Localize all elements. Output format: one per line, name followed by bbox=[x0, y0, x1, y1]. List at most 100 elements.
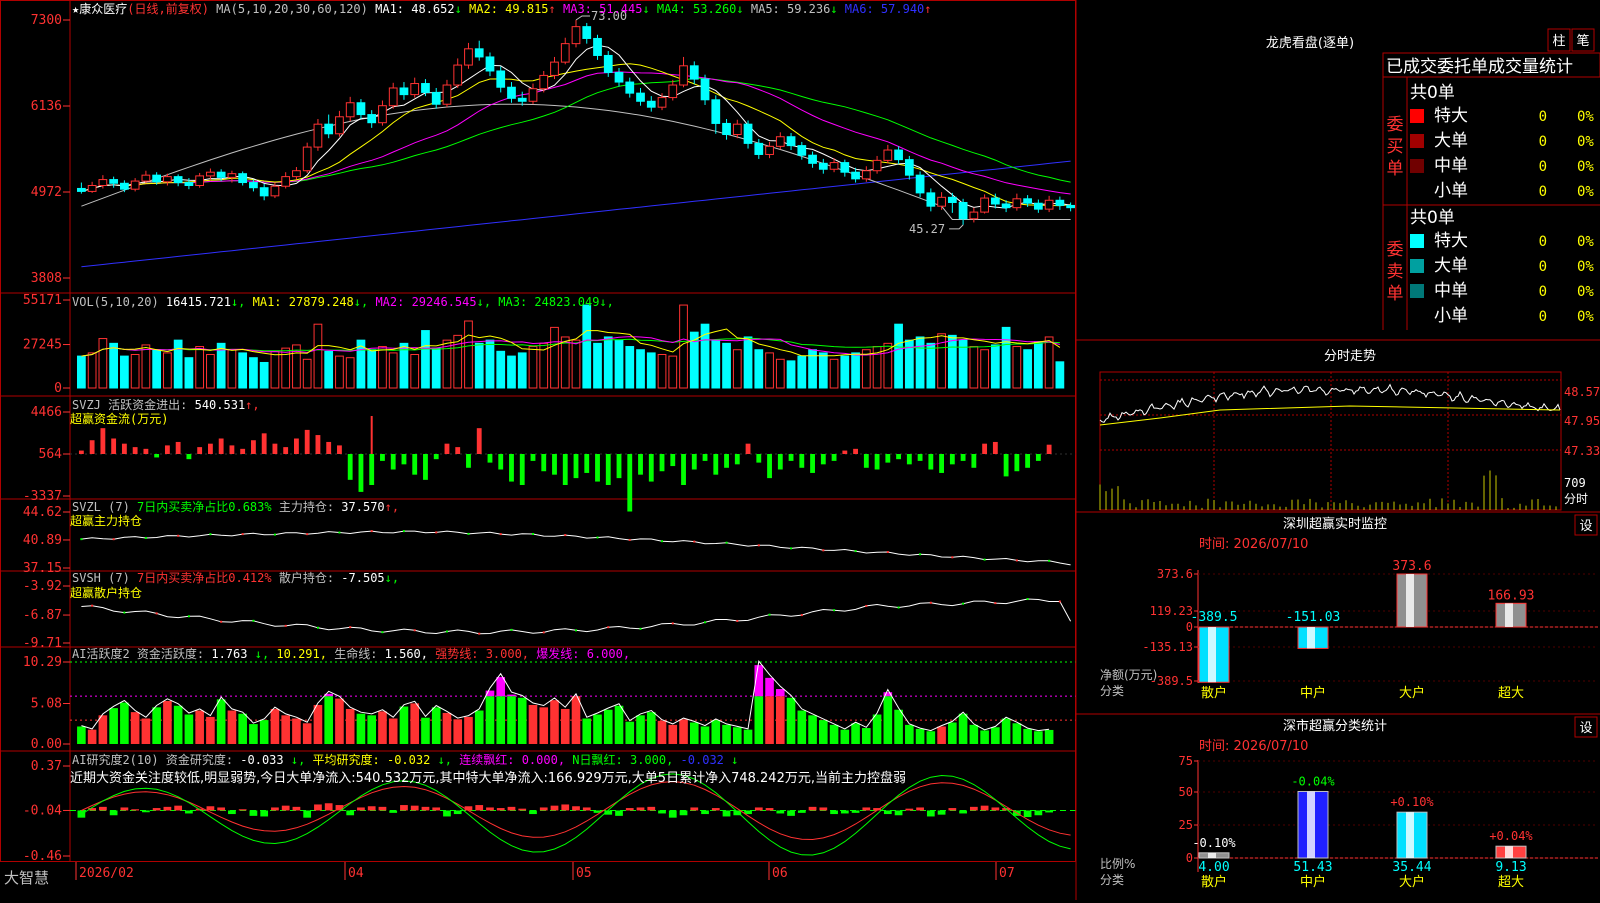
svsh-tick bbox=[833, 609, 835, 611]
volume-bar bbox=[389, 353, 397, 388]
szmon-time: 时间: 2026/07/10 bbox=[1199, 537, 1308, 552]
ma-readout: MA5: 59.236 bbox=[744, 2, 831, 16]
yaxis-label: 4972 bbox=[31, 185, 62, 200]
vol-ma-readout: MA2: 29246.545 bbox=[368, 295, 476, 309]
volume-bar bbox=[895, 324, 903, 388]
ai1-bar bbox=[722, 725, 731, 744]
ai2-bar bbox=[443, 810, 451, 816]
volume-bar bbox=[594, 343, 602, 388]
candle bbox=[830, 163, 838, 170]
volume-bar bbox=[830, 359, 838, 388]
szmon-bar bbox=[1496, 603, 1526, 627]
xaxis-date: 06 bbox=[772, 866, 788, 881]
ma-arrow: ↑ bbox=[924, 2, 931, 16]
vol-ma-arrow: ↓, bbox=[354, 295, 368, 309]
lhb-buy-swatch bbox=[1410, 134, 1424, 148]
ai2-bar bbox=[207, 806, 215, 810]
ai1-bar bbox=[152, 707, 161, 744]
szstat-bar-shine bbox=[1406, 812, 1414, 858]
szstat-change-label: +0.10% bbox=[1390, 795, 1434, 809]
szstat-ylabel: 25 bbox=[1179, 818, 1193, 832]
ai1-bar bbox=[572, 696, 581, 744]
lhb-sell-row-name: 小单 bbox=[1434, 306, 1468, 326]
ai2-bar bbox=[422, 807, 430, 811]
candle bbox=[465, 49, 473, 65]
svsh-tick bbox=[510, 629, 512, 631]
lhb-buy-row-name: 小单 bbox=[1434, 181, 1468, 201]
svsh-tick bbox=[188, 615, 190, 617]
volume-bar bbox=[78, 356, 86, 388]
volume-bar bbox=[583, 305, 591, 388]
svsh-tick bbox=[349, 626, 351, 628]
candle bbox=[164, 177, 172, 182]
svzl-tick bbox=[887, 551, 889, 553]
szmon-value-label: -389.5 bbox=[1191, 610, 1238, 625]
svzl-tick bbox=[726, 542, 728, 544]
ai1-bar bbox=[410, 703, 419, 744]
yaxis-label: 0.37 bbox=[31, 759, 62, 774]
ai1-bar bbox=[464, 717, 473, 744]
ai2-bar bbox=[583, 807, 591, 810]
ai2-bar bbox=[819, 807, 827, 810]
candle bbox=[443, 85, 451, 104]
candle bbox=[454, 65, 462, 85]
ai1-bar bbox=[894, 710, 903, 744]
ai1-bar bbox=[195, 711, 204, 744]
svzl-tick bbox=[919, 553, 921, 555]
ai1-bar bbox=[830, 725, 839, 744]
ai1-bar bbox=[1023, 729, 1032, 744]
vol-title-part: 16415.721 bbox=[159, 295, 231, 309]
fenshi-ylabel: 48.57 bbox=[1564, 385, 1600, 399]
ai1-bar-top bbox=[496, 677, 505, 696]
ai1-bar bbox=[744, 730, 753, 744]
candle bbox=[776, 137, 784, 147]
main-title-part: (日线,前复权) bbox=[127, 1, 209, 16]
ai2-bar bbox=[121, 807, 129, 810]
ai2-bar bbox=[432, 807, 440, 810]
ai2-bar bbox=[884, 810, 892, 814]
ai2-bar bbox=[787, 810, 795, 815]
main-title-part: 康众医疗 bbox=[79, 1, 127, 16]
lhb-sell-row-name: 特大 bbox=[1434, 231, 1468, 251]
candle bbox=[88, 185, 96, 191]
volume-bar bbox=[88, 353, 96, 388]
volume-bar bbox=[379, 347, 387, 388]
svzl-tick bbox=[403, 530, 405, 532]
lhb-header: 已成交委托单成交量统计 bbox=[1386, 57, 1573, 77]
volume-bar bbox=[637, 350, 645, 388]
volume-bar bbox=[497, 351, 505, 388]
szstat-xaxis-title: 分类 bbox=[1100, 873, 1124, 887]
vol-ma-arrow: ↓, bbox=[477, 295, 491, 309]
ai1-bar bbox=[292, 718, 301, 744]
ai2-bar bbox=[239, 809, 247, 810]
ai2-bar bbox=[970, 807, 978, 811]
ai2-bar bbox=[379, 807, 387, 811]
ai1-bar bbox=[217, 699, 226, 744]
low-marker bbox=[949, 225, 963, 229]
ai1-bar bbox=[851, 723, 860, 744]
ai1-bar bbox=[798, 711, 807, 744]
volume-bar bbox=[314, 324, 322, 388]
chart-canvas: 730061364972380873.0045.27★康众医疗(日线,前复权) … bbox=[0, 0, 1600, 900]
svzl-line bbox=[81, 531, 1070, 565]
svsh-title-part: ↓, bbox=[385, 571, 399, 585]
ai1-bar bbox=[142, 718, 151, 744]
ai1-bar bbox=[324, 696, 333, 744]
lhb-sell-swatch bbox=[1410, 259, 1424, 273]
ai1-title-part: AI活跃度2 bbox=[72, 646, 137, 661]
svsh-tick bbox=[672, 622, 674, 624]
svsh-title-part: 7日内买卖净占比0.412% bbox=[137, 570, 279, 585]
yaxis-label: -3337 bbox=[23, 489, 62, 504]
volume-bar bbox=[1056, 362, 1064, 388]
ai2-bar bbox=[228, 810, 236, 814]
ai2-bar bbox=[389, 810, 397, 812]
ai1-bar bbox=[593, 715, 602, 744]
ai1-bar bbox=[453, 719, 462, 744]
candle bbox=[217, 172, 225, 177]
lhb-buy-side-label: 单 bbox=[1387, 159, 1404, 179]
lhb-sell-row-name: 中单 bbox=[1434, 281, 1468, 301]
ai1-bar bbox=[561, 709, 570, 744]
candle bbox=[207, 172, 215, 176]
candle bbox=[712, 100, 720, 124]
ai2-bar bbox=[798, 810, 806, 812]
